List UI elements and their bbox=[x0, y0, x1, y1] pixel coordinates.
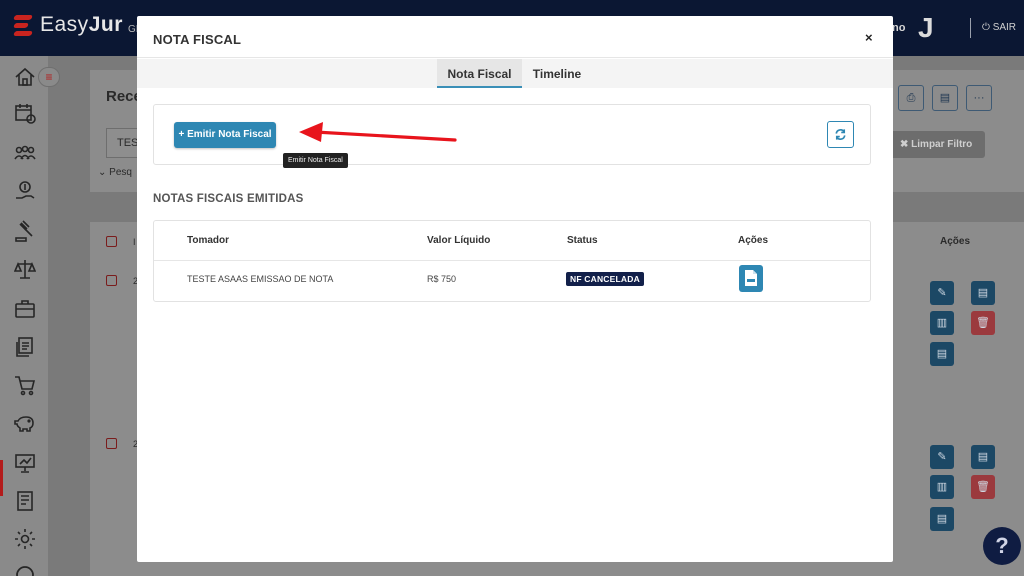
column-header-valor: Valor Líquido bbox=[427, 235, 491, 246]
modal-title: NOTA FISCAL bbox=[153, 32, 242, 47]
nota-fiscal-modal: NOTA FISCAL × Nota Fiscal Timeline + Emi… bbox=[137, 16, 893, 562]
document-icon[interactable]: ▤ bbox=[930, 342, 954, 366]
cell-tomador: TESTE ASAAS EMISSAO DE NOTA bbox=[187, 274, 334, 284]
menu-toggle-button[interactable]: ≡ bbox=[38, 67, 60, 87]
header-divider bbox=[970, 18, 971, 38]
settings-icon[interactable] bbox=[14, 528, 36, 550]
help-icon[interactable]: ? bbox=[983, 527, 1021, 565]
row-checkbox[interactable] bbox=[106, 275, 117, 286]
logo-text: EasyJur bbox=[40, 13, 123, 36]
pdf-file-icon bbox=[745, 270, 757, 286]
print-icon[interactable]: ⎙ bbox=[898, 85, 924, 111]
table-divider bbox=[154, 260, 870, 261]
modal-tabs: Nota Fiscal Timeline bbox=[137, 59, 893, 88]
home-icon[interactable] bbox=[14, 66, 36, 88]
file-icon[interactable]: ▤ bbox=[971, 445, 995, 469]
emit-panel: + Emitir Nota Fiscal bbox=[153, 104, 871, 165]
close-icon[interactable]: × bbox=[865, 30, 873, 45]
section-title: NOTAS FISCAIS EMITIDAS bbox=[153, 193, 304, 205]
gavel-icon[interactable] bbox=[14, 220, 36, 242]
logout-button[interactable]: ⏻ SAIR bbox=[982, 22, 1016, 33]
more-icon[interactable]: ··· bbox=[966, 85, 992, 111]
report-icon[interactable] bbox=[14, 490, 36, 512]
modal-header: NOTA FISCAL × bbox=[137, 16, 893, 58]
actions-column-header: Ações bbox=[940, 236, 971, 247]
sidebar bbox=[0, 56, 48, 576]
edit-icon[interactable]: ✎ bbox=[930, 281, 954, 305]
calendar-icon[interactable] bbox=[14, 102, 36, 124]
download-pdf-button[interactable] bbox=[739, 265, 763, 292]
presentation-icon[interactable] bbox=[14, 452, 36, 474]
column-header-fragment: I bbox=[133, 237, 136, 247]
briefcase-icon[interactable] bbox=[14, 298, 36, 320]
column-header-status: Status bbox=[567, 235, 598, 246]
avatar[interactable]: J bbox=[918, 12, 934, 44]
money-hand-icon[interactable] bbox=[14, 180, 36, 202]
emit-nota-fiscal-button[interactable]: + Emitir Nota Fiscal bbox=[174, 122, 276, 148]
delete-icon[interactable]: 🗑 bbox=[971, 311, 995, 335]
refresh-icon bbox=[835, 129, 846, 140]
export-icon[interactable]: ▤ bbox=[932, 85, 958, 111]
row-checkbox[interactable] bbox=[106, 438, 117, 449]
sidebar-active-indicator bbox=[0, 460, 3, 496]
tab-timeline[interactable]: Timeline bbox=[522, 59, 592, 88]
delete-icon[interactable]: 🗑 bbox=[971, 475, 995, 499]
document-icon[interactable]: ▤ bbox=[930, 507, 954, 531]
barcode-icon[interactable]: ▥ bbox=[930, 311, 954, 335]
user-name-fragment[interactable]: no bbox=[892, 22, 905, 34]
documents-icon[interactable] bbox=[14, 336, 36, 358]
select-all-checkbox[interactable] bbox=[106, 236, 117, 247]
barcode-icon[interactable]: ▥ bbox=[930, 475, 954, 499]
column-header-acoes: Ações bbox=[738, 235, 769, 246]
piggy-bank-icon[interactable] bbox=[14, 412, 36, 434]
search-toggle[interactable]: ⌄ Pesq bbox=[98, 167, 132, 178]
notas-table: Tomador Valor Líquido Status Ações TESTE… bbox=[153, 220, 871, 302]
scales-icon[interactable] bbox=[13, 258, 37, 280]
logo[interactable]: EasyJur bbox=[13, 12, 123, 38]
info-icon[interactable] bbox=[14, 564, 36, 576]
cart-icon[interactable] bbox=[14, 374, 36, 396]
filter-select[interactable]: TES bbox=[106, 128, 138, 158]
logo-icon bbox=[13, 12, 36, 38]
clear-filter-button[interactable]: ✖ Limpar Filtro bbox=[890, 131, 985, 158]
tab-nota-fiscal[interactable]: Nota Fiscal bbox=[437, 59, 522, 88]
status-badge: NF CANCELADA bbox=[566, 272, 644, 286]
refresh-button[interactable] bbox=[827, 121, 854, 148]
users-icon[interactable] bbox=[14, 142, 36, 164]
file-icon[interactable]: ▤ bbox=[971, 281, 995, 305]
edit-icon[interactable]: ✎ bbox=[930, 445, 954, 469]
cell-valor: R$ 750 bbox=[427, 274, 457, 284]
column-header-tomador: Tomador bbox=[187, 235, 230, 246]
emit-tooltip: Emitir Nota Fiscal bbox=[283, 153, 348, 168]
